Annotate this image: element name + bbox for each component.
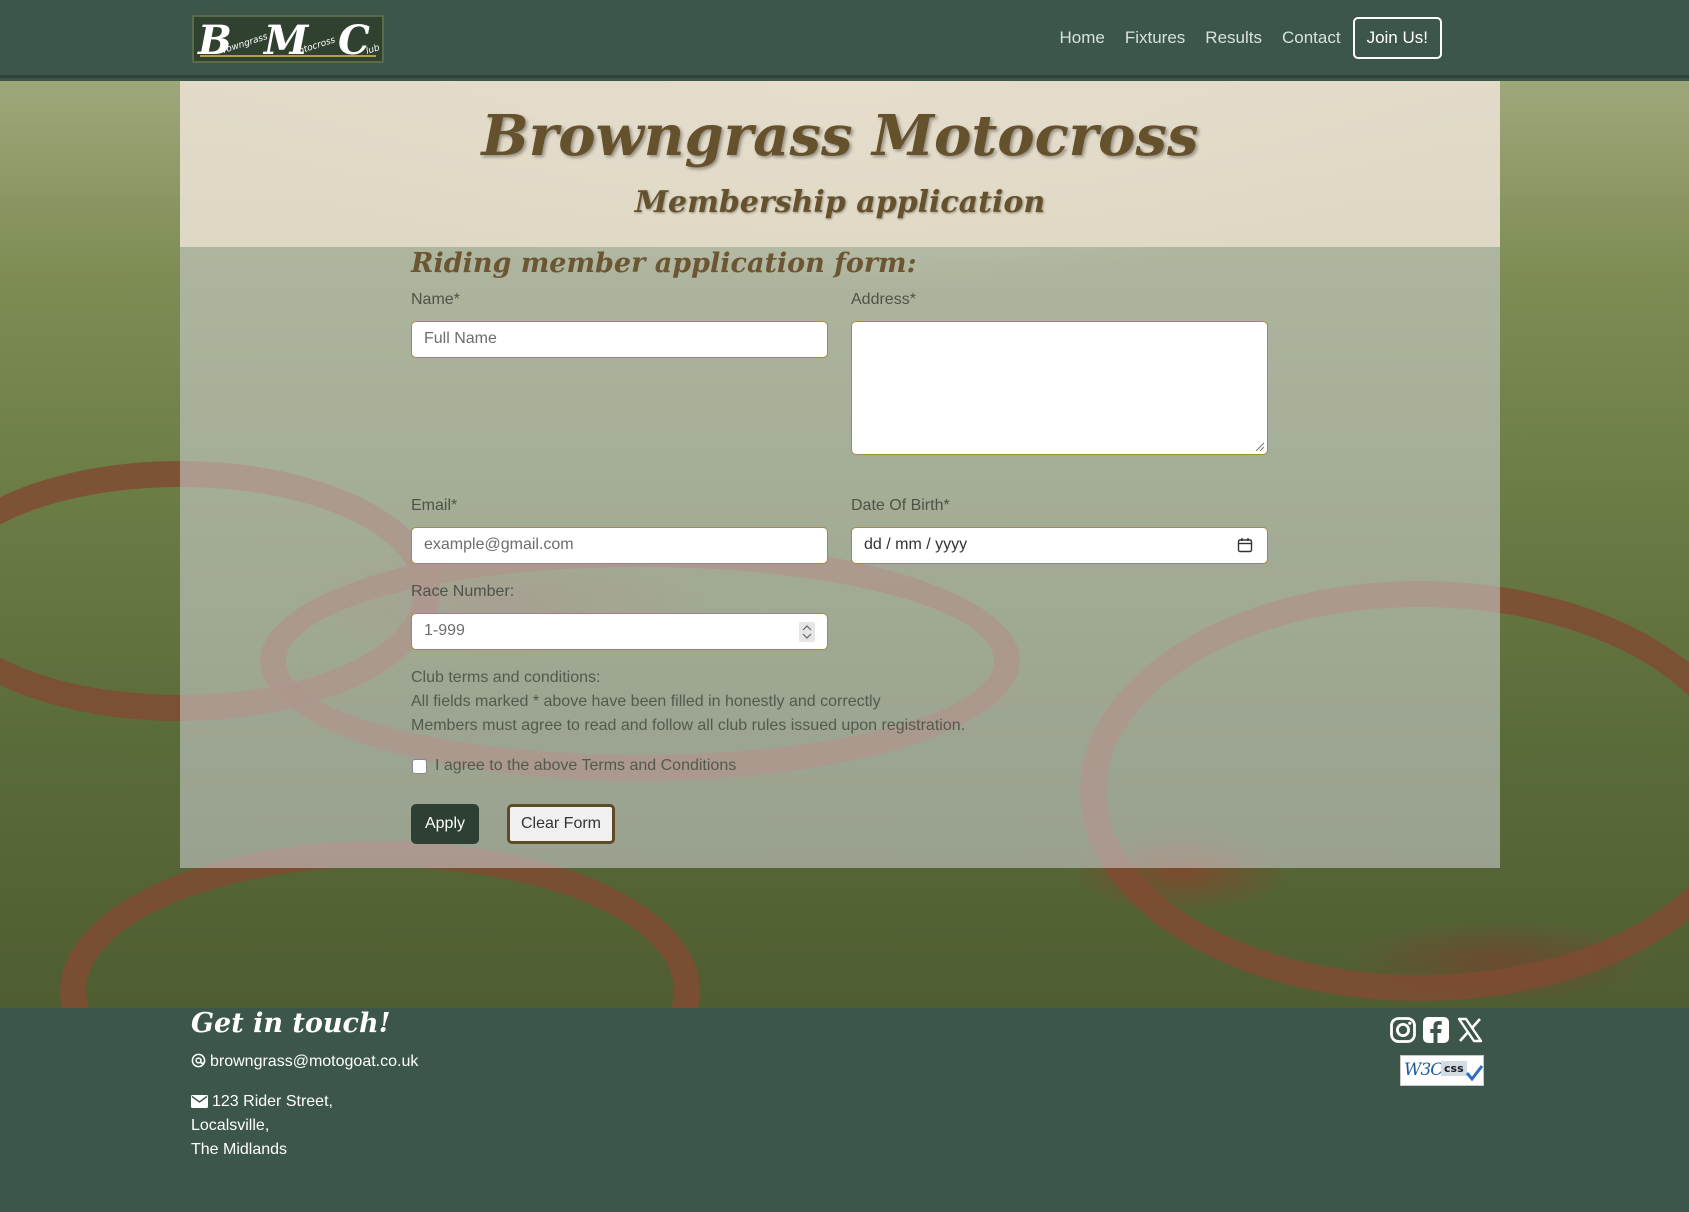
- calendar-icon[interactable]: [1237, 537, 1253, 553]
- at-icon: [191, 1053, 206, 1068]
- logo-underline: [200, 55, 376, 57]
- page-title: Browngrass Motocross: [481, 103, 1199, 169]
- terms-checkbox[interactable]: [412, 759, 427, 774]
- footer-address-line-1: 123 Rider Street,: [212, 1093, 333, 1110]
- join-us-button[interactable]: Join Us!: [1352, 17, 1442, 59]
- race-number-label: Race Number:: [411, 583, 515, 600]
- nav-link-contact[interactable]: Contact: [1282, 28, 1341, 48]
- number-spinner-icon[interactable]: [799, 622, 815, 642]
- footer-address-line-2: Localsville,: [191, 1117, 270, 1134]
- css-badge-text: css: [1441, 1061, 1467, 1076]
- dob-value: dd / mm / yyyy: [864, 536, 968, 553]
- page-subtitle: Membership application: [634, 185, 1046, 220]
- x-twitter-icon[interactable]: [1456, 1016, 1484, 1044]
- apply-button[interactable]: Apply: [411, 804, 479, 844]
- envelope-icon: [191, 1095, 208, 1108]
- nav-link-results[interactable]: Results: [1205, 28, 1262, 48]
- footer-email[interactable]: browngrass@motogoat.co.uk: [210, 1053, 418, 1070]
- checkmark-icon: [1465, 1065, 1483, 1082]
- clear-form-button[interactable]: Clear Form: [507, 804, 615, 844]
- terms-heading: Club terms and conditions:: [411, 669, 601, 686]
- dob-label: Date Of Birth*: [851, 497, 950, 514]
- footer-address-row: 123 Rider Street,: [191, 1093, 333, 1111]
- site-logo[interactable]: B rowngrass M otocross C lub: [192, 15, 384, 63]
- hero-background: [0, 81, 1689, 1008]
- footer-address-line-3: The Midlands: [191, 1141, 288, 1158]
- nav-link-home[interactable]: Home: [1059, 28, 1104, 48]
- navbar: B rowngrass M otocross C lub Home Fixtur…: [0, 0, 1689, 78]
- nav-links: Home Fixtures Results Contact Join Us!: [1039, 17, 1442, 59]
- terms-checkbox-label[interactable]: I agree to the above Terms and Condition…: [435, 757, 736, 775]
- terms-line-2: Members must agree to read and follow al…: [411, 717, 966, 734]
- name-label: Name*: [411, 291, 460, 308]
- email-placeholder: example@gmail.com: [424, 536, 574, 553]
- email-label: Email*: [411, 497, 458, 514]
- dob-input[interactable]: dd / mm / yyyy: [851, 527, 1268, 564]
- address-textarea[interactable]: [851, 321, 1268, 455]
- email-input[interactable]: example@gmail.com: [411, 527, 828, 564]
- resize-handle-icon[interactable]: [1254, 441, 1264, 451]
- footer-email-row: browngrass@motogoat.co.uk: [191, 1053, 418, 1071]
- form-heading: Riding member application form:: [411, 248, 917, 279]
- address-label: Address*: [851, 291, 916, 308]
- name-placeholder: Full Name: [424, 330, 497, 347]
- instagram-icon[interactable]: [1389, 1016, 1417, 1044]
- name-input[interactable]: Full Name: [411, 321, 828, 358]
- race-number-input[interactable]: 1-999: [411, 613, 828, 650]
- nav-link-fixtures[interactable]: Fixtures: [1125, 28, 1185, 48]
- race-number-placeholder: 1-999: [424, 622, 465, 639]
- footer-heading: Get in touch!: [191, 1008, 391, 1039]
- facebook-icon[interactable]: [1422, 1016, 1450, 1044]
- w3c-css-badge[interactable]: W3C css: [1400, 1055, 1484, 1086]
- w3c-logo-text: W3C: [1404, 1060, 1443, 1080]
- terms-line-1: All fields marked * above have been fill…: [411, 693, 881, 710]
